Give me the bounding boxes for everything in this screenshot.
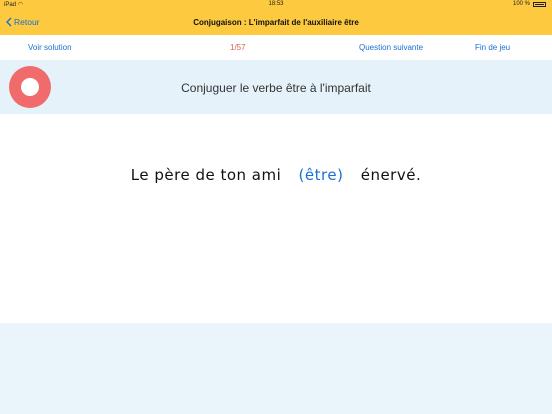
status-bar: iPad ◠ 18:53 100 % [0, 0, 552, 9]
sentence-end: énervé. [360, 166, 422, 184]
sentence-start: Le père de ton ami [130, 166, 282, 184]
bottom-area [0, 323, 552, 414]
status-time: 18:53 [268, 1, 284, 7]
instruction-bar: Conjuguer le verbe être à l'imparfait [0, 60, 552, 114]
page-title: Conjugaison : L'imparfait de l'auxiliair… [193, 18, 359, 27]
next-question-button[interactable]: Question suivante [359, 43, 423, 52]
toolbar: Voir solution 1/57 Question suivante Fin… [0, 35, 552, 60]
exercise-sentence: Le père de ton ami (être) énervé. [0, 166, 552, 184]
battery-label: 100 % [512, 1, 530, 7]
instruction-text: Conjuguer le verbe être à l'imparfait [181, 81, 371, 95]
battery-status: 100 % [513, 1, 546, 7]
exercise-area: Le père de ton ami (être) énervé. [0, 114, 552, 323]
question-counter: 1/57 [230, 43, 246, 52]
battery-icon [533, 1, 546, 7]
nav-bar: Retour Conjugaison : L'imparfait de l'au… [0, 9, 552, 35]
show-solution-button[interactable]: Voir solution [28, 43, 72, 52]
end-game-button[interactable]: Fin de jeu [475, 43, 510, 52]
verb-answer-field[interactable]: (être) [299, 166, 344, 184]
